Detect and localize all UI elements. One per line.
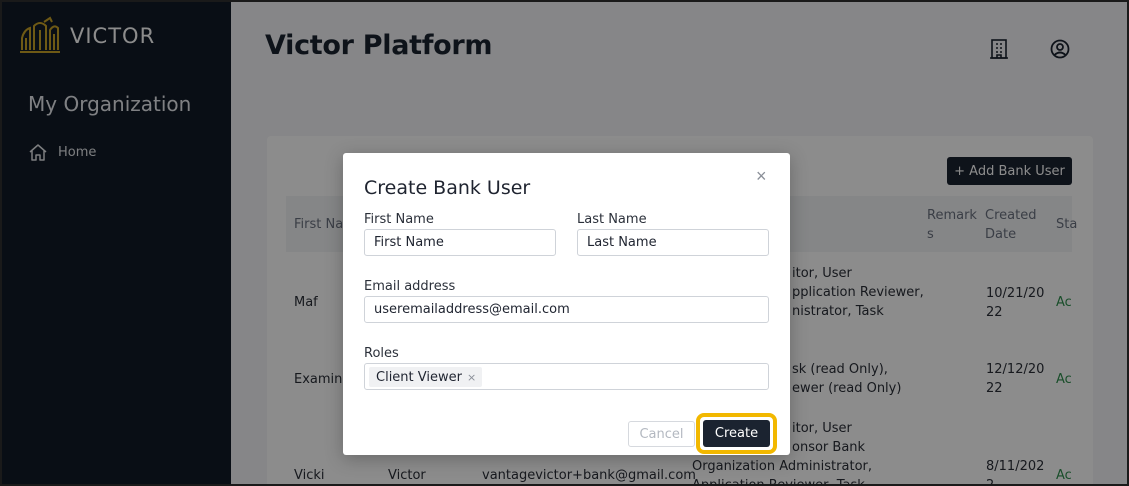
roles-label: Roles xyxy=(364,346,399,361)
email-field[interactable] xyxy=(364,296,769,323)
first-name-label: First Name xyxy=(364,212,434,227)
remove-tag-icon[interactable]: × xyxy=(467,371,476,384)
email-label: Email address xyxy=(364,279,456,294)
first-name-field[interactable] xyxy=(364,229,556,256)
role-tag: Client Viewer × xyxy=(369,367,483,387)
role-tag-label: Client Viewer xyxy=(376,369,462,385)
last-name-field[interactable] xyxy=(577,229,769,256)
cancel-button[interactable]: Cancel xyxy=(628,421,695,447)
create-button[interactable]: Create xyxy=(703,420,770,447)
dialog-title: Create Bank User xyxy=(364,177,531,199)
create-bank-user-dialog: Create Bank User × First Name Last Name … xyxy=(343,153,790,455)
last-name-label: Last Name xyxy=(577,212,647,227)
roles-select[interactable]: Client Viewer × xyxy=(364,363,769,390)
close-icon[interactable]: × xyxy=(756,167,767,185)
app-window: VICTOR My Organization Home Victor Platf… xyxy=(0,0,1129,486)
